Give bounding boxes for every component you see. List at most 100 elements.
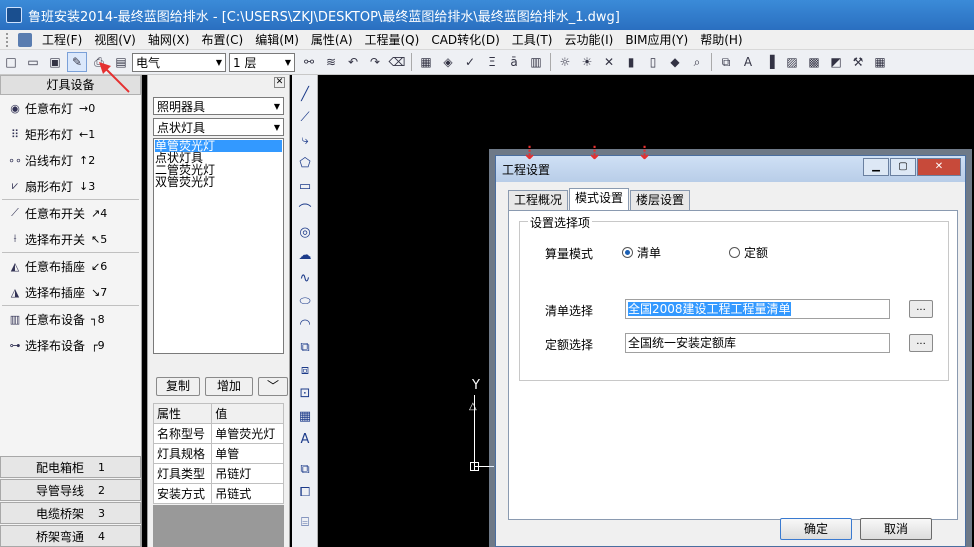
- table-row[interactable]: 名称型号 单管荧光灯: [152, 423, 284, 444]
- tab-cable-tray[interactable]: 电缆桥架 3: [0, 502, 141, 524]
- frame-icon[interactable]: ▯: [643, 52, 663, 72]
- edit-table-icon[interactable]: ▨: [782, 52, 802, 72]
- bill-browse-button[interactable]: ...: [909, 300, 933, 318]
- cmd-place-light[interactable]: ◉ 任意布灯 →0: [0, 95, 141, 121]
- chart-icon[interactable]: ▐: [760, 52, 780, 72]
- menu-layout[interactable]: 布置(C): [195, 31, 249, 48]
- ok-button[interactable]: 确定: [780, 518, 852, 540]
- prop-value[interactable]: 单管荧光灯: [211, 423, 284, 444]
- add-button[interactable]: 增加: [205, 377, 253, 396]
- table-row[interactable]: 灯具类型 吊链灯: [152, 463, 284, 484]
- dimension-icon[interactable]: Ξ: [482, 52, 502, 72]
- menu-bim[interactable]: BIM应用(Y): [619, 31, 694, 48]
- category-select[interactable]: 照明器具 ▼: [153, 97, 284, 115]
- cloud-icon[interactable]: ☁: [294, 244, 316, 266]
- grid-icon[interactable]: ▦: [870, 52, 890, 72]
- graph-icon[interactable]: ◩: [826, 52, 846, 72]
- minimize-icon[interactable]: ▁: [863, 158, 889, 176]
- menu-cad-convert[interactable]: CAD转化(D): [425, 31, 505, 48]
- table-row[interactable]: 安装方式 吊链式: [152, 483, 284, 504]
- ellipse-icon[interactable]: ⬭: [294, 290, 316, 312]
- check-icon[interactable]: ✓: [460, 52, 480, 72]
- tab-floor-settings[interactable]: 楼层设置: [630, 190, 691, 210]
- quota-browse-button[interactable]: ...: [909, 334, 933, 352]
- new-file-icon[interactable]: □: [1, 52, 21, 72]
- fish-icon[interactable]: ◆: [665, 52, 685, 72]
- open-folder-icon[interactable]: ▭: [23, 52, 43, 72]
- text-icon[interactable]: A: [738, 52, 758, 72]
- menu-edit[interactable]: 编辑(M): [249, 31, 305, 48]
- menu-tools[interactable]: 工具(T): [506, 31, 559, 48]
- find-icon[interactable]: ⌕: [687, 52, 707, 72]
- cleanup-icon[interactable]: ⌫: [387, 52, 407, 72]
- quota-field[interactable]: 全国统一安装定额库: [625, 333, 890, 353]
- arc-line-icon[interactable]: ⤷: [294, 129, 316, 151]
- tab-conduit-wire[interactable]: 导管导线 2: [0, 479, 141, 501]
- insert-block-icon[interactable]: ⧉: [294, 336, 316, 358]
- layer-copy-icon[interactable]: ⧉: [294, 458, 316, 480]
- project-settings-icon[interactable]: ✎: [67, 52, 87, 72]
- image-icon[interactable]: ▩: [804, 52, 824, 72]
- cmd-fan-light[interactable]: ⩗ 扇形布灯 ↓3: [0, 173, 141, 199]
- redo-icon[interactable]: ↷: [365, 52, 385, 72]
- close-icon[interactable]: ✕: [917, 158, 961, 176]
- cmd-place-socket[interactable]: ◭ 任意布插座 ↙6: [0, 253, 141, 279]
- cmd-select-switch[interactable]: ⟊ 选择布开关 ↖5: [0, 226, 141, 252]
- cancel-button[interactable]: 取消: [860, 518, 932, 540]
- bulb-icon[interactable]: ☼: [555, 52, 575, 72]
- maximize-icon[interactable]: ▢: [890, 158, 916, 176]
- pipe-icon[interactable]: ▮: [621, 52, 641, 72]
- prop-value[interactable]: 单管: [211, 443, 284, 464]
- tab-tray-bend[interactable]: 桥架弯通 4: [0, 525, 141, 547]
- cmd-rect-light[interactable]: ⠿ 矩形布灯 ←1: [0, 121, 141, 147]
- cmd-select-device[interactable]: ⊶ 选择布设备 ┌9: [0, 332, 141, 358]
- polyline-icon[interactable]: ⟋: [294, 106, 316, 128]
- menu-axis[interactable]: 轴网(X): [142, 31, 196, 48]
- point-icon[interactable]: ⊡: [294, 382, 316, 404]
- layer-tool-icon[interactable]: ⌸: [294, 511, 316, 533]
- menu-quantity[interactable]: 工程量(Q): [359, 31, 426, 48]
- hatch-icon[interactable]: ▦: [294, 405, 316, 427]
- tab-distribution-box[interactable]: 配电箱柜 1: [0, 456, 141, 478]
- tab-mode-settings[interactable]: 模式设置: [569, 188, 630, 210]
- more-chevron-icon[interactable]: ﹀: [258, 377, 288, 396]
- arc-icon[interactable]: ⌒: [294, 198, 316, 220]
- copy-button[interactable]: 复制: [156, 377, 200, 396]
- document-icon[interactable]: [18, 32, 32, 47]
- bill-field[interactable]: 全国2008建设工程工程量清单: [625, 299, 890, 319]
- save-icon[interactable]: ▣: [45, 52, 65, 72]
- tag-icon[interactable]: ◈: [438, 52, 458, 72]
- make-block-icon[interactable]: ⧈: [294, 359, 316, 381]
- list-item[interactable]: 双管荧光灯: [155, 176, 282, 188]
- text-tool-icon[interactable]: A: [294, 428, 316, 450]
- menu-project[interactable]: 工程(F): [36, 31, 88, 48]
- cmd-line-light[interactable]: ∘∘ 沿线布灯 ↑2: [0, 147, 141, 173]
- layer-icon[interactable]: ≋: [321, 52, 341, 72]
- prop-value[interactable]: 吊链灯: [211, 463, 284, 484]
- type-select[interactable]: 点状灯具 ▼: [153, 118, 284, 136]
- prop-value[interactable]: 吊链式: [211, 483, 284, 504]
- radio-bill[interactable]: 清单: [622, 244, 661, 261]
- discipline-select[interactable]: 电气 ▼: [132, 52, 226, 72]
- layer-move-icon[interactable]: ⧠: [294, 481, 316, 503]
- menu-attributes[interactable]: 属性(A): [305, 31, 359, 48]
- line-icon[interactable]: ╱: [294, 83, 316, 105]
- menu-view[interactable]: 视图(V): [88, 31, 142, 48]
- menu-cloud[interactable]: 云功能(I): [558, 31, 619, 48]
- undo-icon[interactable]: ↶: [343, 52, 363, 72]
- radio-quota[interactable]: 定额: [729, 244, 768, 261]
- spline-icon[interactable]: ∿: [294, 267, 316, 289]
- delete-icon[interactable]: ✕: [599, 52, 619, 72]
- cmd-select-socket[interactable]: ◮ 选择布插座 ↘7: [0, 279, 141, 305]
- network-icon[interactable]: ⚯: [299, 52, 319, 72]
- copy-icon[interactable]: ⧉: [716, 52, 736, 72]
- rectangle-icon[interactable]: ▭: [294, 175, 316, 197]
- table-row[interactable]: 灯具规格 单管: [152, 443, 284, 464]
- component-icon[interactable]: ▦: [416, 52, 436, 72]
- table-icon[interactable]: ▥: [526, 52, 546, 72]
- wrench-icon[interactable]: ⚒: [848, 52, 868, 72]
- cmd-place-device[interactable]: ▥ 任意布设备 ┐8: [0, 306, 141, 332]
- cmd-place-switch[interactable]: ⟋ 任意布开关 ↗4: [0, 200, 141, 226]
- menu-help[interactable]: 帮助(H): [694, 31, 748, 48]
- circle-icon[interactable]: ◎: [294, 221, 316, 243]
